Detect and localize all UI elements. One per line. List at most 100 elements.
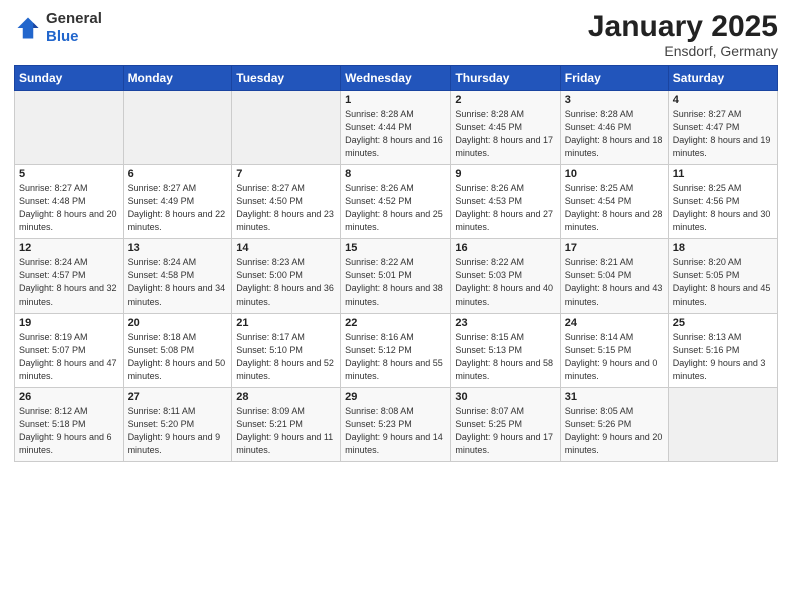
calendar-cell: 18 Sunrise: 8:20 AM Sunset: 5:05 PM Dayli… (668, 239, 777, 313)
day-number: 22 (345, 317, 446, 329)
header: General Blue January 2025 Ensdorf, Germa… (14, 10, 778, 59)
calendar-cell: 15 Sunrise: 8:22 AM Sunset: 5:01 PM Dayli… (341, 239, 451, 313)
day-number: 31 (565, 391, 664, 403)
day-number: 23 (455, 317, 555, 329)
day-info: Sunrise: 8:22 AM Sunset: 5:01 PM Dayligh… (345, 256, 446, 308)
calendar-cell (15, 91, 124, 165)
day-header-monday: Monday (123, 66, 232, 91)
day-header-friday: Friday (560, 66, 668, 91)
day-info: Sunrise: 8:20 AM Sunset: 5:05 PM Dayligh… (673, 256, 773, 308)
day-info: Sunrise: 8:26 AM Sunset: 4:53 PM Dayligh… (455, 182, 555, 234)
day-number: 28 (236, 391, 336, 403)
day-info: Sunrise: 8:12 AM Sunset: 5:18 PM Dayligh… (19, 405, 119, 457)
calendar-cell (123, 91, 232, 165)
day-number: 1 (345, 94, 446, 106)
day-info: Sunrise: 8:28 AM Sunset: 4:45 PM Dayligh… (455, 108, 555, 160)
calendar-cell: 7 Sunrise: 8:27 AM Sunset: 4:50 PM Daylig… (232, 165, 341, 239)
day-number: 14 (236, 242, 336, 254)
month-title: January 2025 (588, 10, 778, 43)
day-info: Sunrise: 8:17 AM Sunset: 5:10 PM Dayligh… (236, 331, 336, 383)
day-info: Sunrise: 8:28 AM Sunset: 4:44 PM Dayligh… (345, 108, 446, 160)
page: General Blue January 2025 Ensdorf, Germa… (0, 0, 792, 612)
calendar-cell (668, 387, 777, 461)
title-area: January 2025 Ensdorf, Germany (588, 10, 778, 59)
day-number: 20 (128, 317, 228, 329)
day-info: Sunrise: 8:21 AM Sunset: 5:04 PM Dayligh… (565, 256, 664, 308)
day-number: 18 (673, 242, 773, 254)
calendar-cell: 9 Sunrise: 8:26 AM Sunset: 4:53 PM Daylig… (451, 165, 560, 239)
day-number: 25 (673, 317, 773, 329)
calendar-cell: 13 Sunrise: 8:24 AM Sunset: 4:58 PM Dayli… (123, 239, 232, 313)
calendar-cell: 2 Sunrise: 8:28 AM Sunset: 4:45 PM Daylig… (451, 91, 560, 165)
calendar-cell: 28 Sunrise: 8:09 AM Sunset: 5:21 PM Dayli… (232, 387, 341, 461)
logo-blue: Blue (46, 28, 102, 46)
calendar-cell: 25 Sunrise: 8:13 AM Sunset: 5:16 PM Dayli… (668, 313, 777, 387)
day-info: Sunrise: 8:27 AM Sunset: 4:47 PM Dayligh… (673, 108, 773, 160)
calendar-cell: 4 Sunrise: 8:27 AM Sunset: 4:47 PM Daylig… (668, 91, 777, 165)
day-number: 24 (565, 317, 664, 329)
day-number: 12 (19, 242, 119, 254)
day-number: 8 (345, 168, 446, 180)
calendar-cell: 1 Sunrise: 8:28 AM Sunset: 4:44 PM Daylig… (341, 91, 451, 165)
day-info: Sunrise: 8:15 AM Sunset: 5:13 PM Dayligh… (455, 331, 555, 383)
day-info: Sunrise: 8:09 AM Sunset: 5:21 PM Dayligh… (236, 405, 336, 457)
calendar-cell: 19Sunrise: 8:19 AM Sunset: 5:07 PM Dayli… (15, 313, 124, 387)
day-info: Sunrise: 8:25 AM Sunset: 4:56 PM Dayligh… (673, 182, 773, 234)
calendar-cell: 17 Sunrise: 8:21 AM Sunset: 5:04 PM Dayli… (560, 239, 668, 313)
day-info: Sunrise: 8:08 AM Sunset: 5:23 PM Dayligh… (345, 405, 446, 457)
calendar-cell: 23 Sunrise: 8:15 AM Sunset: 5:13 PM Dayli… (451, 313, 560, 387)
day-info: Sunrise: 8:26 AM Sunset: 4:52 PM Dayligh… (345, 182, 446, 234)
day-info: Sunrise: 8:14 AM Sunset: 5:15 PM Dayligh… (565, 331, 664, 383)
day-info: Sunrise: 8:07 AM Sunset: 5:25 PM Dayligh… (455, 405, 555, 457)
day-number: 16 (455, 242, 555, 254)
day-info: Sunrise: 8:27 AM Sunset: 4:49 PM Dayligh… (128, 182, 228, 234)
day-number: 11 (673, 168, 773, 180)
day-number: 27 (128, 391, 228, 403)
day-info: Sunrise: 8:23 AM Sunset: 5:00 PM Dayligh… (236, 256, 336, 308)
calendar-week-row: 5 Sunrise: 8:27 AM Sunset: 4:48 PM Daylig… (15, 165, 778, 239)
calendar-cell: 11 Sunrise: 8:25 AM Sunset: 4:56 PM Dayli… (668, 165, 777, 239)
day-info: Sunrise: 8:27 AM Sunset: 4:50 PM Dayligh… (236, 182, 336, 234)
calendar-cell: 12 Sunrise: 8:24 AM Sunset: 4:57 PM Dayli… (15, 239, 124, 313)
calendar-week-row: 19Sunrise: 8:19 AM Sunset: 5:07 PM Dayli… (15, 313, 778, 387)
day-number: 9 (455, 168, 555, 180)
calendar-cell: 22Sunrise: 8:16 AM Sunset: 5:12 PM Dayli… (341, 313, 451, 387)
day-number: 7 (236, 168, 336, 180)
calendar-cell: 6Sunrise: 8:27 AM Sunset: 4:49 PM Daylig… (123, 165, 232, 239)
day-info: Sunrise: 8:19 AM Sunset: 5:07 PM Dayligh… (19, 331, 119, 383)
day-number: 2 (455, 94, 555, 106)
day-info: Sunrise: 8:25 AM Sunset: 4:54 PM Dayligh… (565, 182, 664, 234)
calendar-cell (232, 91, 341, 165)
calendar-cell: 3Sunrise: 8:28 AM Sunset: 4:46 PM Daylig… (560, 91, 668, 165)
calendar-cell: 20Sunrise: 8:18 AM Sunset: 5:08 PM Dayli… (123, 313, 232, 387)
logo: General Blue (14, 10, 102, 46)
day-header-sunday: Sunday (15, 66, 124, 91)
calendar-cell: 8 Sunrise: 8:26 AM Sunset: 4:52 PM Daylig… (341, 165, 451, 239)
calendar-header-row: SundayMondayTuesdayWednesdayThursdayFrid… (15, 66, 778, 91)
day-info: Sunrise: 8:11 AM Sunset: 5:20 PM Dayligh… (128, 405, 228, 457)
day-info: Sunrise: 8:05 AM Sunset: 5:26 PM Dayligh… (565, 405, 664, 457)
calendar-cell: 16 Sunrise: 8:22 AM Sunset: 5:03 PM Dayli… (451, 239, 560, 313)
day-info: Sunrise: 8:24 AM Sunset: 4:58 PM Dayligh… (128, 256, 228, 308)
day-number: 4 (673, 94, 773, 106)
calendar-cell: 30 Sunrise: 8:07 AM Sunset: 5:25 PM Dayli… (451, 387, 560, 461)
day-info: Sunrise: 8:22 AM Sunset: 5:03 PM Dayligh… (455, 256, 555, 308)
day-header-tuesday: Tuesday (232, 66, 341, 91)
location: Ensdorf, Germany (588, 43, 778, 59)
day-info: Sunrise: 8:27 AM Sunset: 4:48 PM Dayligh… (19, 182, 119, 234)
day-info: Sunrise: 8:24 AM Sunset: 4:57 PM Dayligh… (19, 256, 119, 308)
day-number: 13 (128, 242, 228, 254)
day-number: 30 (455, 391, 555, 403)
calendar-cell: 31 Sunrise: 8:05 AM Sunset: 5:26 PM Dayli… (560, 387, 668, 461)
day-number: 15 (345, 242, 446, 254)
day-header-thursday: Thursday (451, 66, 560, 91)
day-header-wednesday: Wednesday (341, 66, 451, 91)
calendar-cell: 5 Sunrise: 8:27 AM Sunset: 4:48 PM Daylig… (15, 165, 124, 239)
day-number: 5 (19, 168, 119, 180)
calendar-cell: 26Sunrise: 8:12 AM Sunset: 5:18 PM Dayli… (15, 387, 124, 461)
day-info: Sunrise: 8:13 AM Sunset: 5:16 PM Dayligh… (673, 331, 773, 383)
calendar-week-row: 1 Sunrise: 8:28 AM Sunset: 4:44 PM Daylig… (15, 91, 778, 165)
calendar-cell: 14 Sunrise: 8:23 AM Sunset: 5:00 PM Dayli… (232, 239, 341, 313)
day-info: Sunrise: 8:28 AM Sunset: 4:46 PM Dayligh… (565, 108, 664, 160)
day-number: 17 (565, 242, 664, 254)
